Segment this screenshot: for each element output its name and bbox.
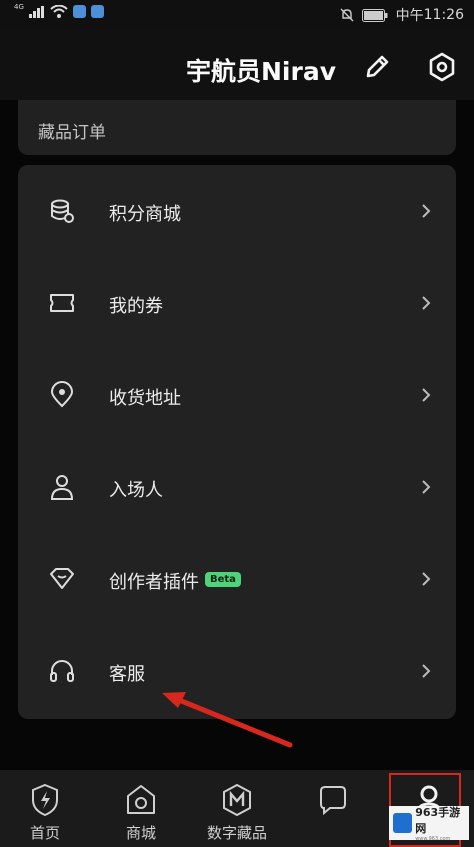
menu-item-points-mall[interactable]: 积分商城 — [18, 165, 456, 257]
network-type: 4G — [14, 2, 24, 11]
diamond-badge-icon — [48, 565, 76, 593]
menu-item-my-coupons[interactable]: 我的券 — [18, 257, 456, 349]
watermark-logo-icon — [393, 813, 413, 833]
headset-icon — [48, 657, 76, 685]
tab-digital-collections[interactable]: 数字藏品 — [192, 770, 282, 847]
menu-item-label: 入场人 — [109, 480, 163, 501]
tab-home[interactable]: 首页 — [0, 770, 90, 847]
chevron-right-icon — [422, 296, 431, 310]
tab-label: 首页 — [29, 824, 60, 842]
menu-item-label: 我的券 — [109, 296, 163, 317]
watermark-text: 963手游网 — [415, 806, 461, 835]
creator-plugin-label: 创作者插件 — [109, 572, 199, 593]
pencil-icon — [366, 55, 389, 78]
tab-mall[interactable]: 商城 — [96, 770, 186, 847]
chat-bubble-icon — [316, 782, 350, 818]
menu-item-label: 创作者插件 Beta — [109, 568, 241, 594]
beta-badge: Beta — [205, 572, 241, 587]
watermark-sub: www.963.com — [415, 836, 451, 842]
wifi-icon — [50, 5, 68, 18]
menu-card: 积分商城 我的券 收货地址 入场人 创作者插件 Beta 客服 — [18, 165, 456, 719]
lightning-shield-icon — [28, 782, 62, 818]
menu-item-label: 客服 — [109, 664, 145, 685]
annotation-arrow-icon — [162, 692, 293, 748]
settings-button[interactable] — [425, 50, 459, 84]
status-bar: 4G 中午 11:26 — [0, 0, 474, 28]
mute-icon — [340, 8, 354, 22]
tab-messages[interactable] — [288, 770, 378, 847]
status-time: 11:26 — [423, 7, 464, 23]
hex-gear-icon — [429, 52, 455, 82]
site-watermark: 963手游网 www.963.com — [389, 806, 469, 842]
battery-icon — [361, 8, 388, 22]
coin-stack-icon — [48, 197, 76, 225]
menu-item-attendees[interactable]: 入场人 — [18, 441, 456, 533]
status-label: 中午 — [395, 8, 424, 24]
notification-app-icon-2 — [90, 5, 104, 18]
person-icon — [48, 473, 76, 501]
orders-title: 藏品订单 — [38, 123, 106, 143]
tab-label: 数字藏品 — [206, 824, 267, 842]
chevron-right-icon — [422, 572, 431, 586]
signal-icon — [28, 5, 44, 18]
menu-item-shipping-address[interactable]: 收货地址 — [18, 349, 456, 441]
edit-button[interactable] — [360, 50, 394, 84]
menu-item-label: 收货地址 — [109, 388, 181, 409]
chevron-right-icon — [422, 388, 431, 402]
location-pin-icon — [48, 381, 76, 409]
menu-item-label: 积分商城 — [109, 204, 181, 225]
collection-orders-card[interactable]: 藏品订单 — [18, 100, 456, 155]
notification-app-icon — [72, 5, 86, 18]
m-hexagon-icon — [220, 782, 254, 818]
chevron-right-icon — [422, 204, 431, 218]
menu-item-creator-plugin[interactable]: 创作者插件 Beta — [18, 533, 456, 625]
chevron-right-icon — [422, 664, 431, 678]
camera-house-icon — [124, 782, 158, 818]
username: 宇航员Nirav — [186, 57, 336, 86]
tab-label: 商城 — [125, 824, 156, 842]
ticket-icon — [48, 289, 76, 317]
chevron-right-icon — [422, 480, 431, 494]
